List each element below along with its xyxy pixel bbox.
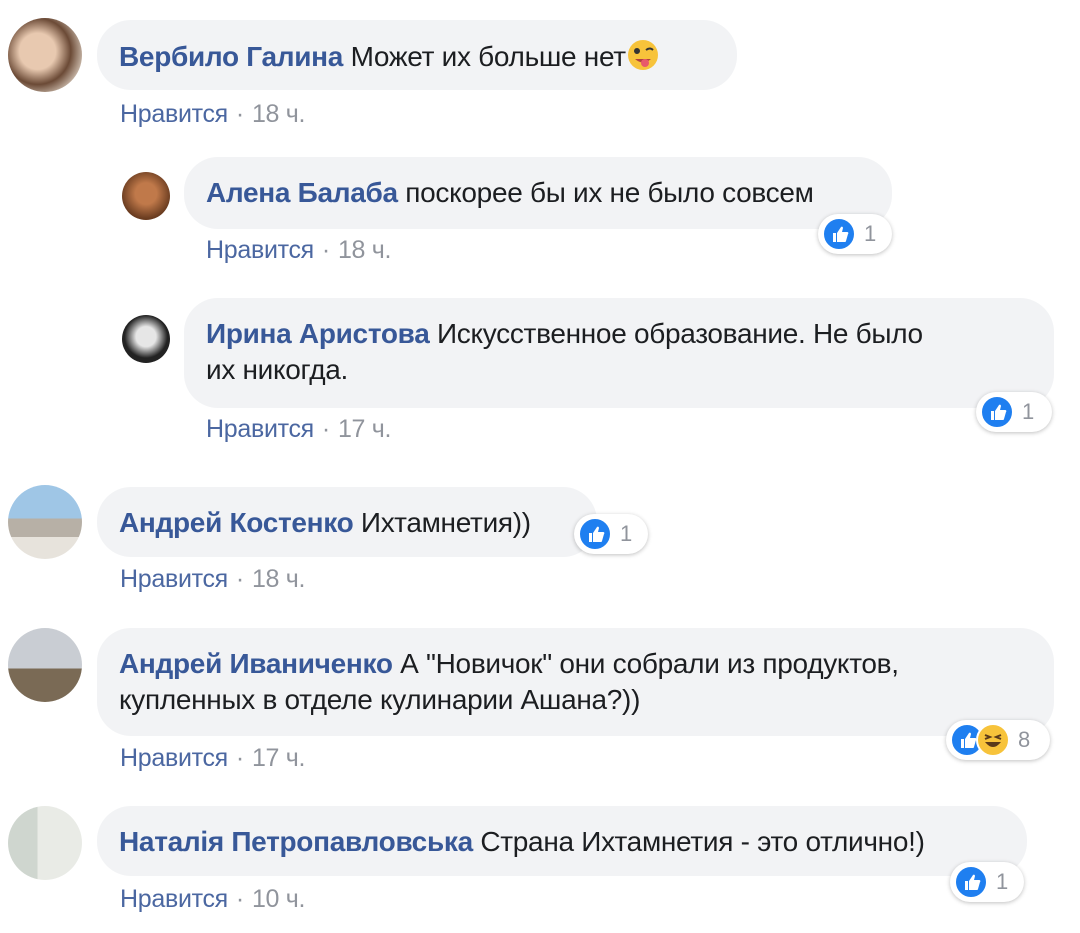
reaction-summary[interactable]: 1 bbox=[818, 214, 892, 254]
author-name[interactable]: Ирина Аристова bbox=[206, 318, 430, 349]
reaction-count: 1 bbox=[620, 521, 633, 546]
timestamp[interactable]: 17 ч. bbox=[252, 744, 306, 772]
comment-meta: Нравится · 18 ч. bbox=[206, 236, 392, 264]
reaction-summary[interactable]: 1 bbox=[976, 392, 1052, 432]
comment-text: А "Новичок" они собрали из продуктов, bbox=[400, 648, 899, 679]
comment-bubble: Алена Балаба поскорее бы их не было совс… bbox=[184, 157, 892, 229]
comment-meta: Нравится · 18 ч. bbox=[120, 100, 306, 128]
reaction-count: 1 bbox=[1022, 399, 1035, 424]
avatar[interactable] bbox=[122, 315, 170, 363]
timestamp[interactable]: 18 ч. bbox=[252, 100, 306, 128]
comment-bubble: Ирина Аристова Искусственное образование… bbox=[184, 298, 1054, 408]
like-link[interactable]: Нравится bbox=[206, 236, 314, 264]
haha-icon bbox=[976, 723, 1010, 757]
comment-bubble: Наталія Петропавловська Страна Ихтамнети… bbox=[97, 806, 1027, 876]
comment-text: поскорее бы их не было совсем bbox=[405, 177, 814, 208]
winking-tongue-emoji-icon bbox=[627, 40, 658, 70]
like-thumb-icon bbox=[954, 865, 988, 899]
like-link[interactable]: Нравится bbox=[120, 100, 228, 128]
comment-text: Искусственное образование. Не было bbox=[436, 318, 923, 349]
comment-bubble: Вербило Галина Может их больше нет bbox=[97, 20, 737, 90]
author-name[interactable]: Андрей Костенко bbox=[119, 507, 354, 538]
reaction-count: 8 bbox=[1018, 727, 1031, 752]
author-name[interactable]: Андрей Иваниченко bbox=[119, 648, 393, 679]
avatar[interactable] bbox=[8, 806, 82, 880]
comment-text: Ихтамнетия)) bbox=[360, 507, 531, 538]
like-thumb-icon bbox=[980, 395, 1014, 429]
like-thumb-icon bbox=[578, 517, 612, 551]
author-name[interactable]: Наталія Петропавловська bbox=[119, 826, 473, 857]
reaction-summary[interactable]: 1 bbox=[574, 514, 648, 554]
avatar[interactable] bbox=[8, 485, 82, 559]
comment-text: Страна Ихтамнетия - это отлично!) bbox=[480, 826, 925, 857]
comment-bubble: Андрей Костенко Ихтамнетия)) bbox=[97, 487, 597, 557]
comment-text: Может их больше нет bbox=[350, 41, 627, 72]
comment-meta: Нравится · 17 ч. bbox=[120, 744, 306, 772]
reaction-count: 1 bbox=[864, 221, 877, 246]
like-link[interactable]: Нравится bbox=[120, 565, 228, 593]
timestamp[interactable]: 18 ч. bbox=[338, 236, 392, 264]
reaction-summary[interactable]: 8 bbox=[946, 720, 1050, 760]
like-link[interactable]: Нравится bbox=[120, 885, 228, 913]
timestamp[interactable]: 17 ч. bbox=[338, 415, 392, 443]
comment-text-line2: их никогда. bbox=[206, 354, 349, 385]
reaction-count: 1 bbox=[996, 869, 1009, 894]
like-link[interactable]: Нравится bbox=[120, 744, 228, 772]
timestamp[interactable]: 18 ч. bbox=[252, 565, 306, 593]
comment-text-line2: купленных в отделе кулинарии Ашана?)) bbox=[119, 684, 641, 715]
comment-bubble: Андрей Иваниченко А "Новичок" они собрал… bbox=[97, 628, 1054, 736]
comment-meta: Нравится · 10 ч. bbox=[120, 885, 306, 913]
author-name[interactable]: Вербило Галина bbox=[119, 41, 343, 72]
avatar[interactable] bbox=[8, 18, 82, 92]
timestamp[interactable]: 10 ч. bbox=[252, 885, 306, 913]
comment-meta: Нравится · 17 ч. bbox=[206, 415, 392, 443]
comment-meta: Нравится · 18 ч. bbox=[120, 565, 306, 593]
author-name[interactable]: Алена Балаба bbox=[206, 177, 398, 208]
avatar[interactable] bbox=[122, 172, 170, 220]
avatar[interactable] bbox=[8, 628, 82, 702]
like-thumb-icon bbox=[822, 217, 856, 251]
like-link[interactable]: Нравится bbox=[206, 415, 314, 443]
reaction-summary[interactable]: 1 bbox=[950, 862, 1024, 902]
